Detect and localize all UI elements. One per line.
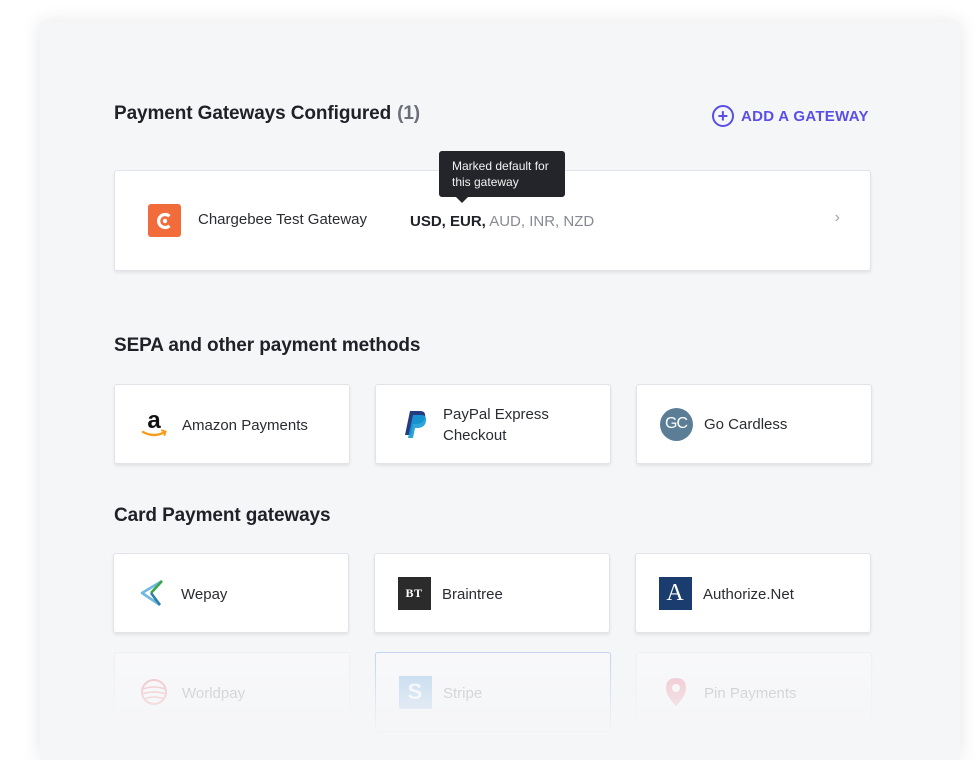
currency-others: AUD, INR, NZD xyxy=(489,213,595,230)
pin-payments-logo-icon xyxy=(659,675,693,709)
gateways-panel: Payment Gateways Configured (1) + ADD A G… xyxy=(40,22,960,760)
svg-text:a: a xyxy=(147,408,161,434)
gateway-card-stripe[interactable]: S Stripe xyxy=(375,652,611,732)
chargebee-logo-icon xyxy=(148,204,181,237)
gateway-card-wepay[interactable]: Wepay xyxy=(113,553,349,633)
gateway-name: Chargebee Test Gateway xyxy=(198,211,367,228)
card-section-title: Card Payment gateways xyxy=(114,505,331,526)
pin-payments-label: Pin Payments xyxy=(704,685,797,702)
gocardless-logo-icon: GC xyxy=(659,407,693,441)
add-gateway-label: ADD A GATEWAY xyxy=(741,107,869,125)
configured-section-title: Payment Gateways Configured (1) xyxy=(114,103,420,125)
amazon-logo-icon: a xyxy=(137,407,171,441)
default-tooltip: Marked default for this gateway xyxy=(439,151,565,203)
add-gateway-button[interactable]: + ADD A GATEWAY xyxy=(712,104,869,128)
configured-title: Payment Gateways Configured xyxy=(114,103,392,124)
configured-count: (1) xyxy=(397,103,421,124)
wepay-logo-icon xyxy=(136,576,170,610)
gateway-card-amazon[interactable]: a Amazon Payments xyxy=(114,384,350,464)
sepa-section-title: SEPA and other payment methods xyxy=(114,335,421,356)
gateway-currencies: USD, EUR, AUD, INR, NZD xyxy=(410,213,594,230)
chevron-right-icon[interactable]: › xyxy=(835,209,840,227)
gateway-card-gocardless[interactable]: GC Go Cardless xyxy=(636,384,872,464)
stripe-label: Stripe xyxy=(443,685,483,702)
authorize-net-label: Authorize.Net xyxy=(703,586,794,603)
currency-default-2: EUR, xyxy=(450,213,486,230)
gateway-card-pin-payments[interactable]: Pin Payments xyxy=(636,652,872,732)
plus-circle-icon: + xyxy=(712,105,734,127)
braintree-logo-icon: BT xyxy=(397,576,431,610)
worldpay-logo-icon xyxy=(137,675,171,709)
worldpay-label: Worldpay xyxy=(182,685,246,702)
authorize-net-logo-icon: A xyxy=(658,576,692,610)
gateway-card-braintree[interactable]: BT Braintree xyxy=(374,553,610,633)
paypal-label: PayPal Express Checkout xyxy=(443,406,549,444)
currency-default-1: USD, xyxy=(410,213,446,230)
gateway-card-worldpay[interactable]: Worldpay xyxy=(114,652,350,732)
stripe-logo-icon: S xyxy=(398,675,432,709)
gateway-card-authorize-net[interactable]: A Authorize.Net xyxy=(635,553,871,633)
braintree-label: Braintree xyxy=(442,586,503,603)
wepay-label: Wepay xyxy=(181,586,228,603)
amazon-label: Amazon Payments xyxy=(182,417,308,434)
paypal-logo-icon xyxy=(398,407,432,441)
gocardless-label: Go Cardless xyxy=(704,416,788,433)
gateway-card-paypal[interactable]: PayPal Express Checkout xyxy=(375,384,611,464)
